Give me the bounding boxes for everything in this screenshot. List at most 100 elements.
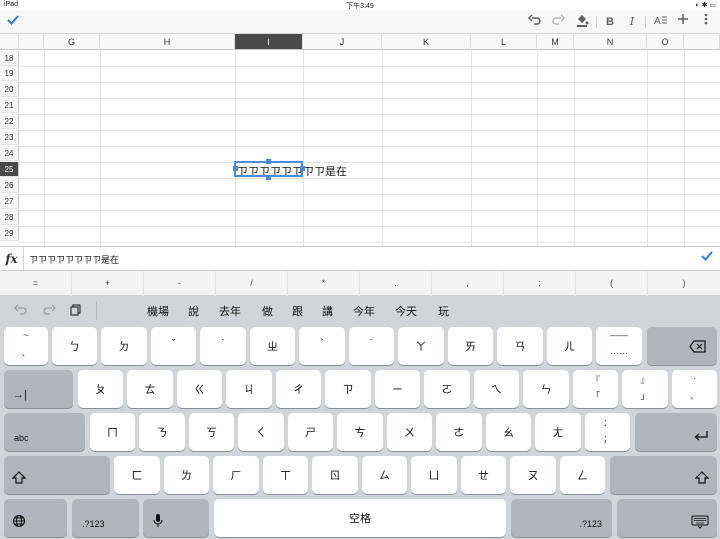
delete-key[interactable] [647, 327, 717, 365]
selection-handle[interactable] [266, 159, 271, 164]
key-m[interactable]: ㄇ [90, 413, 135, 451]
key-n[interactable]: ㄋ [139, 413, 185, 451]
key-c[interactable]: ㄘ [337, 413, 383, 451]
key-l[interactable]: ㄌ [164, 456, 209, 494]
key-ao[interactable]: ㄠ [486, 413, 531, 451]
key-e[interactable]: ㄜ [436, 413, 482, 451]
key-tone-2[interactable]: ˊ [299, 327, 345, 365]
dictation-key[interactable] [143, 499, 209, 537]
row-header-28[interactable]: 28 [0, 210, 19, 225]
key-eng[interactable]: ㄥ [560, 456, 605, 494]
key-z[interactable]: ㄗ [325, 370, 371, 408]
column-header[interactable] [684, 34, 720, 50]
symbol-key[interactable]: + [72, 271, 144, 296]
key-tone-4[interactable]: ˋ [200, 327, 246, 365]
symbol-key[interactable]: * [288, 271, 360, 296]
column-header-i[interactable]: I [235, 34, 303, 50]
column-header-g[interactable]: G [44, 34, 100, 50]
key-double-bracket-open[interactable]: 『「 [573, 370, 618, 408]
shift-key-right[interactable] [610, 456, 717, 494]
selection-handle[interactable] [233, 166, 238, 171]
column-header-n[interactable]: N [574, 34, 647, 50]
more-icon[interactable] [698, 13, 714, 31]
check-icon[interactable] [4, 13, 22, 31]
key-zh[interactable]: ㄓ [250, 327, 295, 365]
key-x[interactable]: ㄒ [263, 456, 308, 494]
row-header-25[interactable]: 25 [0, 162, 19, 177]
key-er[interactable]: ㄦ [547, 327, 592, 365]
key-j[interactable]: ㄐ [226, 370, 272, 408]
column-header-k[interactable]: K [382, 34, 471, 50]
selection-handle[interactable] [300, 166, 305, 171]
key-double-bracket-close[interactable]: 』」 [622, 370, 668, 408]
column-header-h[interactable]: H [100, 34, 235, 50]
formula-input[interactable]: ㄗㄗㄗㄗㄗㄗㄗㄗ是在 [29, 253, 119, 266]
tab-key[interactable]: →| [4, 370, 73, 408]
key-q[interactable]: ㄑ [238, 413, 284, 451]
symbol-key[interactable]: ; [504, 271, 576, 296]
key-k[interactable]: ㄎ [189, 413, 234, 451]
spreadsheet-grid[interactable]: G H I J K L M N O 18 19 20 21 22 23 24 2… [0, 34, 720, 246]
selection-handle[interactable] [266, 175, 271, 180]
redo-icon[interactable] [42, 304, 56, 319]
symbol-key[interactable]: . [360, 271, 432, 296]
key-ang[interactable]: ㄤ [535, 413, 581, 451]
candidate-word[interactable]: 機場 [147, 303, 169, 319]
candidate-word[interactable]: 跟 [292, 303, 303, 319]
key-ch[interactable]: ㄔ [276, 370, 321, 408]
numbers-key-left[interactable]: .?123 [72, 499, 139, 537]
redo-icon[interactable] [549, 13, 567, 31]
plus-icon[interactable] [675, 13, 691, 31]
key-tone-5[interactable]: ˙ [349, 327, 394, 365]
key-tilde[interactable]: ~、 [4, 327, 48, 365]
key-middle-dot[interactable]: ·、 [672, 370, 717, 408]
undo-icon[interactable] [526, 13, 544, 31]
return-key[interactable] [635, 413, 717, 451]
key-ei[interactable]: ㄟ [474, 370, 519, 408]
key-u[interactable]: ㄨ [387, 413, 432, 451]
space-key[interactable]: 空格 [214, 499, 506, 537]
bold-button[interactable]: B [602, 13, 618, 31]
row-header-23[interactable]: 23 [0, 130, 19, 145]
key-i[interactable]: ㄧ [375, 370, 420, 408]
key-en[interactable]: ㄣ [523, 370, 569, 408]
candidate-word[interactable]: 做 [262, 303, 273, 319]
row-header-18[interactable]: 18 [0, 51, 19, 66]
column-header[interactable] [19, 34, 44, 50]
undo-icon[interactable] [14, 304, 28, 319]
key-p[interactable]: ㄆ [78, 370, 123, 408]
key-d[interactable]: ㄉ [101, 327, 147, 365]
candidate-word[interactable]: 講 [322, 303, 333, 319]
key-dash[interactable]: ——…… [596, 327, 642, 365]
key-t[interactable]: ㄊ [127, 370, 173, 408]
corner-cell[interactable] [0, 34, 19, 50]
candidate-word[interactable]: 今年 [353, 303, 375, 319]
key-f[interactable]: ㄈ [114, 456, 160, 494]
row-header-21[interactable]: 21 [0, 98, 19, 113]
candidate-word[interactable]: 今天 [395, 303, 417, 319]
paste-icon[interactable] [70, 304, 82, 319]
key-s[interactable]: ㄙ [362, 456, 407, 494]
row-header-26[interactable]: 26 [0, 178, 19, 193]
symbol-key[interactable]: / [216, 271, 288, 296]
symbol-key[interactable]: ) [648, 271, 720, 296]
abc-key[interactable]: abc [4, 413, 85, 451]
key-g[interactable]: ㄍ [177, 370, 222, 408]
fill-color-icon[interactable] [573, 13, 591, 31]
key-b[interactable]: ㄅ [52, 327, 97, 365]
symbol-key[interactable]: , [432, 271, 504, 296]
symbol-key[interactable]: = [0, 271, 72, 296]
hide-keyboard-key[interactable] [617, 499, 717, 537]
key-tone-3[interactable]: ˇ [151, 327, 196, 365]
key-r[interactable]: ㄖ [312, 456, 358, 494]
key-h[interactable]: ㄏ [213, 456, 259, 494]
column-header-l[interactable]: L [471, 34, 537, 50]
row-header-22[interactable]: 22 [0, 114, 19, 129]
row-header-24[interactable]: 24 [0, 146, 19, 161]
check-icon[interactable] [698, 249, 716, 269]
text-format-icon[interactable]: A [652, 13, 670, 31]
key-o[interactable]: ㄛ [424, 370, 470, 408]
candidate-word[interactable]: 說 [188, 303, 199, 319]
key-ai[interactable]: ㄞ [448, 327, 493, 365]
symbol-key[interactable]: - [144, 271, 216, 296]
